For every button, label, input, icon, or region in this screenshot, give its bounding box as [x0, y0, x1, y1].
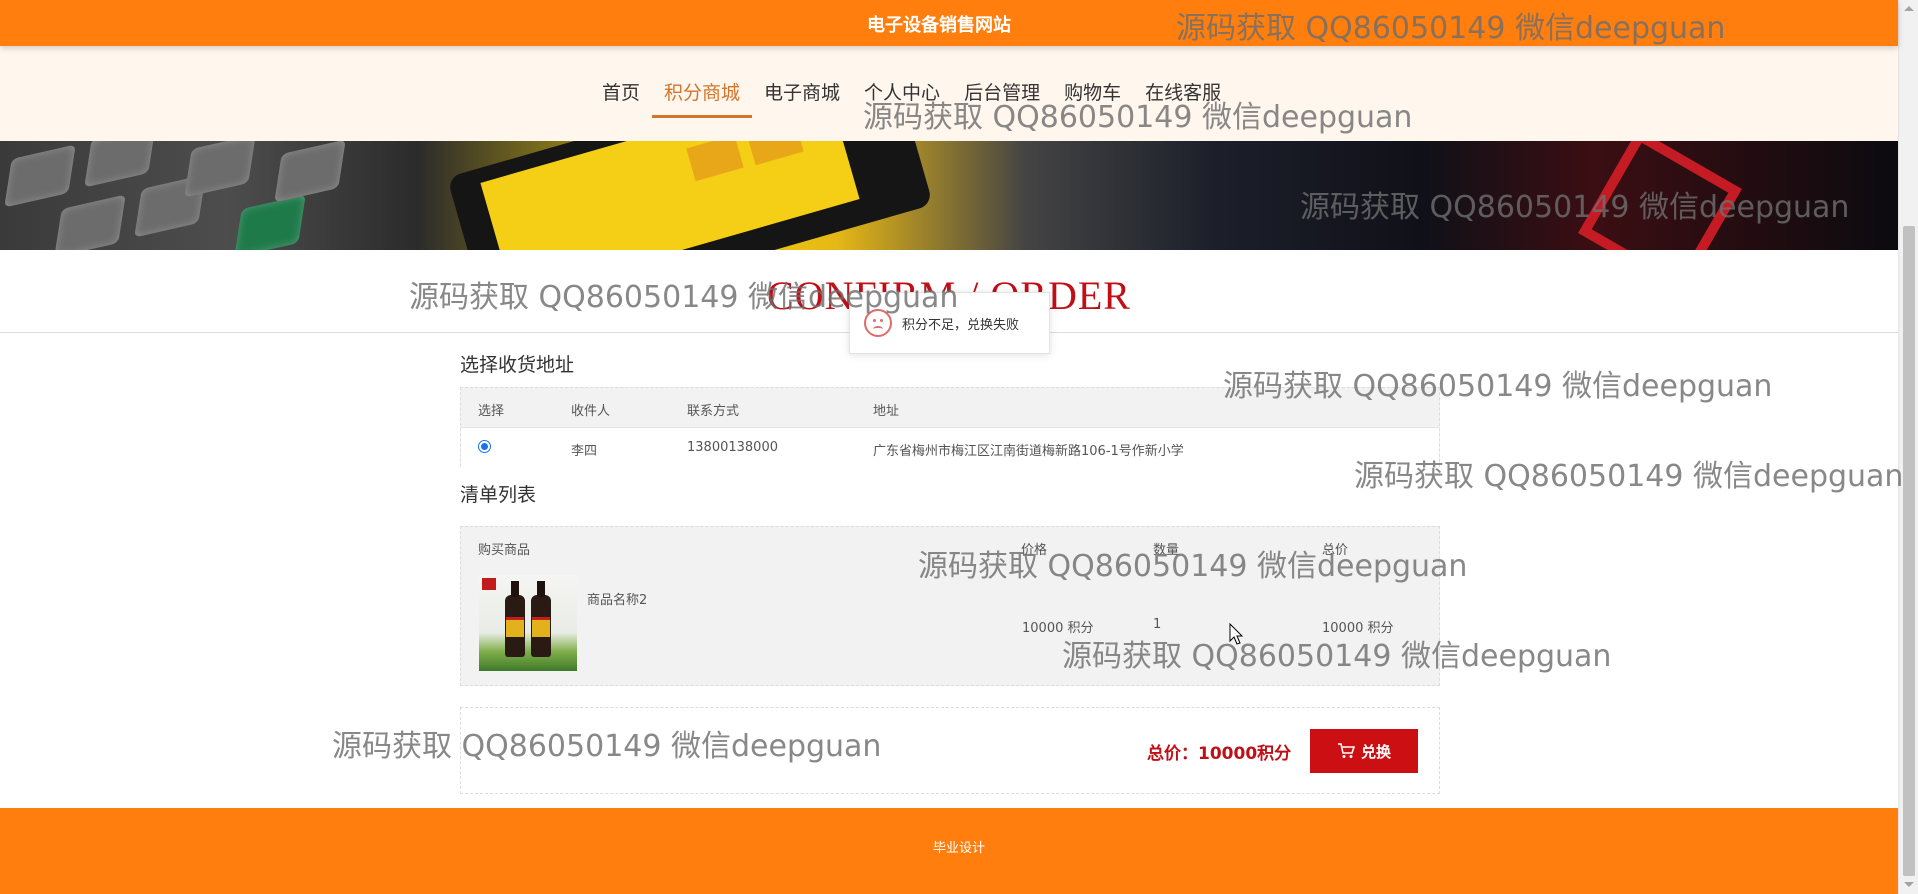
main-nav: 首页 积分商城 电子商城 个人中心 后台管理 购物车 在线客服 — [0, 46, 1898, 141]
page-scrollbar[interactable] — [1898, 0, 1918, 894]
product-price: 10000 积分 — [1022, 621, 1094, 636]
col-address: 地址 — [873, 404, 900, 419]
col-phone: 联系方式 — [687, 404, 740, 419]
product-quantity: 1 — [1153, 617, 1162, 632]
recipient-address: 广东省梅州市梅江区江南街道梅新路106-1号作新小学 — [873, 444, 1184, 459]
table-row[interactable]: 李四 13800138000 广东省梅州市梅江区江南街道梅新路106-1号作新小… — [461, 428, 1439, 468]
sad-face-icon — [864, 309, 892, 337]
address-table-header: 选择 收件人 联系方式 地址 — [461, 388, 1439, 428]
nav-item-personal-center[interactable]: 个人中心 — [852, 80, 952, 118]
scroll-down-arrow-icon[interactable] — [1904, 882, 1914, 887]
list-section-title: 清单列表 — [460, 484, 537, 506]
col-recipient: 收件人 — [571, 404, 611, 419]
address-section-title: 选择收货地址 — [460, 354, 575, 376]
col-total: 总价 — [1322, 543, 1349, 558]
order-list-table: 购买商品 价格 数量 总价 商品名称2 10000 积分 1 10000 积分 — [460, 526, 1440, 686]
nav-item-electronics-mall[interactable]: 电子商城 — [752, 80, 852, 118]
hero-banner-image — [0, 141, 1898, 250]
page: 电子设备销售网站 首页 积分商城 电子商城 个人中心 后台管理 购物车 在线客服… — [0, 0, 1918, 894]
product-image[interactable] — [479, 575, 577, 671]
nav-item-cart[interactable]: 购物车 — [1052, 80, 1133, 118]
address-radio[interactable] — [478, 440, 491, 453]
footer-text: 毕业设计 — [932, 841, 985, 856]
nav-item-admin[interactable]: 后台管理 — [952, 80, 1052, 118]
col-select: 选择 — [478, 404, 505, 419]
error-toast: 积分不足，兑换失败 — [849, 292, 1050, 354]
mouse-cursor-icon — [1229, 623, 1244, 645]
col-product: 购买商品 — [478, 543, 531, 558]
cart-icon — [1337, 743, 1355, 758]
exchange-button-label: 兑换 — [1360, 743, 1391, 761]
site-title: 电子设备销售网站 — [867, 15, 1011, 36]
footer: 毕业设计 — [0, 808, 1898, 894]
col-price: 价格 — [1021, 543, 1048, 558]
recipient-name: 李四 — [571, 444, 598, 459]
exchange-button[interactable]: 兑换 — [1310, 729, 1418, 773]
top-bar: 电子设备销售网站 — [0, 0, 1898, 46]
scroll-up-arrow-icon[interactable] — [1904, 6, 1914, 11]
product-name[interactable]: 商品名称2 — [587, 589, 647, 608]
nav-items: 首页 积分商城 电子商城 个人中心 后台管理 购物车 在线客服 — [590, 80, 1233, 118]
address-table: 选择 收件人 联系方式 地址 李四 13800138000 广东省梅州市梅江区江… — [460, 387, 1440, 468]
nav-item-online-service[interactable]: 在线客服 — [1133, 80, 1233, 118]
product-total: 10000 积分 — [1322, 621, 1394, 636]
scroll-thumb[interactable] — [1903, 226, 1915, 876]
toast-message: 积分不足，兑换失败 — [902, 317, 1020, 333]
nav-item-points-mall[interactable]: 积分商城 — [652, 80, 753, 118]
nav-item-home[interactable]: 首页 — [590, 80, 652, 118]
col-quantity: 数量 — [1153, 543, 1180, 558]
total-price: 总价：10000积分 — [1147, 744, 1292, 764]
recipient-phone: 13800138000 — [687, 440, 778, 455]
order-summary: 总价：10000积分 兑换 — [460, 707, 1440, 794]
